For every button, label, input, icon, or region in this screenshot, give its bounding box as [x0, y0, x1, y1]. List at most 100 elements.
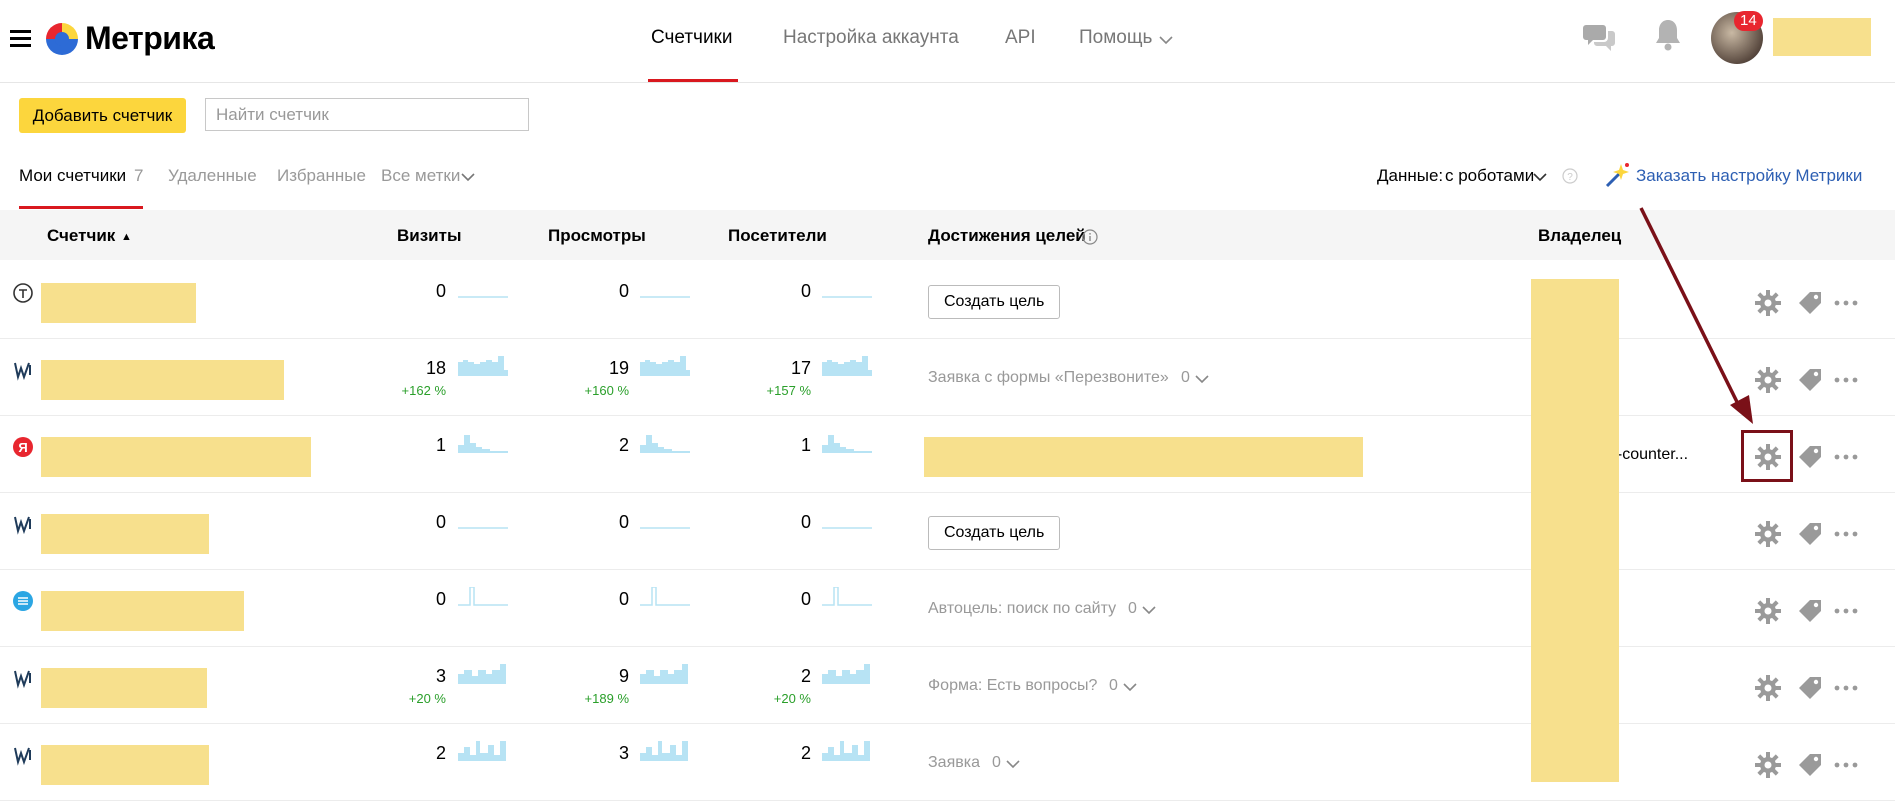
- visits-sparkline: [458, 527, 508, 529]
- views-value: 0: [618, 512, 629, 532]
- yandex-icon: Я: [13, 437, 33, 457]
- counter-name-redacted[interactable]: [41, 283, 196, 323]
- views-value: 2: [618, 435, 629, 455]
- info-icon[interactable]: [1082, 229, 1098, 245]
- data-filter-prefix[interactable]: Данные:: [1377, 166, 1443, 186]
- goal-name[interactable]: Форма: Есть вопросы?: [928, 677, 1097, 695]
- chevron-down-icon[interactable]: [1006, 759, 1020, 769]
- svg-text:?: ?: [1567, 172, 1573, 183]
- more-icon[interactable]: [1834, 530, 1858, 538]
- metrika-logo-icon[interactable]: [45, 22, 79, 56]
- more-icon[interactable]: [1834, 299, 1858, 307]
- chevron-down-icon[interactable]: [1159, 35, 1173, 45]
- more-icon[interactable]: [1834, 376, 1858, 384]
- counter-name-redacted[interactable]: [41, 668, 207, 708]
- visits-sparkline: [458, 664, 506, 684]
- bell-icon[interactable]: [1655, 18, 1681, 52]
- visits-value: 18: [425, 358, 446, 378]
- column-owner[interactable]: Владелец: [1538, 226, 1621, 246]
- order-setup-link[interactable]: Заказать настройку Метрики: [1636, 166, 1862, 186]
- nav-active-underline: [648, 79, 738, 82]
- goal-name[interactable]: Автоцель: поиск по сайту: [928, 600, 1116, 618]
- goal-count[interactable]: 0: [1181, 369, 1190, 387]
- wp-icon: [14, 747, 31, 766]
- counter-name-redacted[interactable]: [41, 591, 244, 631]
- tag-icon[interactable]: [1797, 675, 1823, 701]
- counter-search-input[interactable]: [205, 98, 529, 131]
- visits-value: 1: [435, 435, 446, 455]
- views-value: 0: [618, 589, 629, 609]
- visits-value: 2: [435, 743, 446, 763]
- tag-icon[interactable]: [1797, 752, 1823, 778]
- chevron-down-icon[interactable]: [1123, 682, 1137, 692]
- goal-name[interactable]: Заявка с формы «Перезвоните»: [928, 369, 1169, 387]
- goal-name[interactable]: Заявка: [928, 754, 980, 772]
- nav-help[interactable]: Помощь: [1079, 27, 1152, 49]
- visits-sparkline: [458, 741, 506, 761]
- tab-all-labels[interactable]: Все метки: [381, 166, 460, 186]
- annotation-arrow: [1639, 207, 1753, 424]
- column-goals[interactable]: Достижения целей: [928, 226, 1086, 246]
- add-counter-button[interactable]: Добавить счетчик: [19, 98, 186, 133]
- visits-change: +162 %: [401, 383, 446, 398]
- create-goal-button[interactable]: Создать цель: [928, 516, 1061, 550]
- user-name-redacted[interactable]: [1773, 18, 1871, 56]
- visits-value: 3: [435, 666, 446, 686]
- visits-sparkline: [458, 587, 508, 606]
- create-goal-button[interactable]: Создать цель: [928, 285, 1061, 319]
- nav-api[interactable]: API: [1005, 27, 1036, 49]
- tab-deleted[interactable]: Удаленные: [168, 166, 257, 186]
- more-icon[interactable]: [1834, 684, 1858, 692]
- gear-icon[interactable]: [1755, 752, 1781, 778]
- counter-name-redacted[interactable]: [41, 437, 311, 477]
- tag-icon[interactable]: [1797, 521, 1823, 547]
- visitors-value: 0: [800, 512, 811, 532]
- chevron-down-icon[interactable]: [1533, 172, 1547, 182]
- column-visits[interactable]: Визиты: [397, 226, 461, 246]
- views-sparkline: [640, 587, 690, 606]
- chevron-down-icon[interactable]: [1142, 605, 1156, 615]
- annotation-highlight-box: [1741, 430, 1793, 482]
- visitors-value: 2: [800, 743, 811, 763]
- chevron-down-icon[interactable]: [461, 172, 475, 182]
- chevron-down-icon[interactable]: [1195, 374, 1209, 384]
- wand-icon[interactable]: [1603, 160, 1633, 190]
- column-visitors[interactable]: Посетители: [728, 226, 827, 246]
- column-counter[interactable]: Счетчик: [47, 226, 115, 246]
- visitors-sparkline: [822, 664, 870, 684]
- gear-icon[interactable]: [1755, 521, 1781, 547]
- app-logo-text[interactable]: Метрика: [85, 20, 215, 57]
- app-header: Метрика Счетчики Настройка аккаунта API …: [0, 0, 1895, 83]
- tab-my-counters-count: 7: [134, 166, 144, 185]
- goal-count[interactable]: 0: [992, 754, 1001, 772]
- chat-icon[interactable]: [1583, 22, 1615, 52]
- sort-asc-icon[interactable]: ▲: [121, 231, 132, 243]
- column-views[interactable]: Просмотры: [548, 226, 646, 246]
- more-icon[interactable]: [1834, 761, 1858, 769]
- more-icon[interactable]: [1834, 453, 1858, 461]
- gear-icon[interactable]: [1755, 675, 1781, 701]
- wp-icon: [14, 670, 31, 689]
- nav-counters[interactable]: Счетчики: [651, 27, 732, 49]
- goal-count[interactable]: 0: [1128, 600, 1137, 618]
- tag-icon[interactable]: [1797, 367, 1823, 393]
- gear-icon[interactable]: [1755, 598, 1781, 624]
- tab-favorites[interactable]: Избранные: [277, 166, 366, 186]
- tag-icon[interactable]: [1797, 290, 1823, 316]
- help-icon[interactable]: ?: [1562, 168, 1578, 184]
- circle-icon: [13, 591, 33, 611]
- visits-sparkline: [458, 435, 508, 453]
- nav-account-settings[interactable]: Настройка аккаунта: [783, 27, 959, 49]
- counter-name-redacted[interactable]: [41, 745, 209, 785]
- tag-icon[interactable]: [1797, 444, 1823, 470]
- counter-name-redacted[interactable]: [41, 360, 284, 400]
- goal-count[interactable]: 0: [1109, 677, 1118, 695]
- tab-active-underline: [19, 206, 143, 209]
- wp-icon: [14, 516, 31, 535]
- more-icon[interactable]: [1834, 607, 1858, 615]
- counter-name-redacted[interactable]: [41, 514, 209, 554]
- tab-my-counters[interactable]: Мои счетчики: [19, 166, 126, 186]
- data-filter-value[interactable]: с роботами: [1445, 166, 1534, 186]
- tag-icon[interactable]: [1797, 598, 1823, 624]
- menu-icon[interactable]: [10, 30, 31, 51]
